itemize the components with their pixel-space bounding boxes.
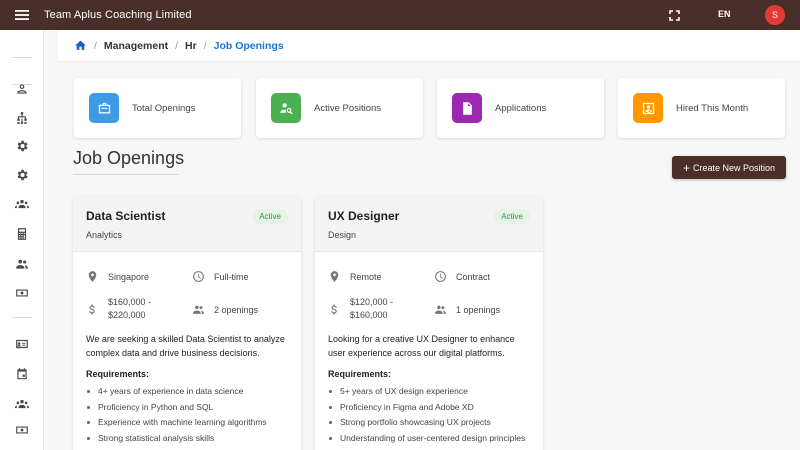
stat-label: Applications	[495, 102, 547, 114]
breadcrumb-job-openings: Job Openings	[213, 39, 284, 52]
sidebar-item-calculator-icon[interactable]	[14, 226, 30, 242]
fullscreen-icon[interactable]	[667, 8, 681, 22]
location-text: Remote	[350, 271, 382, 282]
job-openings: 2 openings	[192, 303, 258, 316]
job-card-ux-designer[interactable]: UX Designer Design Active Remote Contrac…	[315, 196, 543, 450]
people-icon	[435, 305, 446, 314]
sidebar-item-id-card-icon[interactable]	[14, 336, 30, 352]
salary-text: $160,000 - $220,000	[108, 297, 152, 320]
stat-card-active-positions[interactable]: Active Positions	[256, 78, 423, 138]
type-text: Contract	[456, 271, 491, 282]
sidebar-item-org-chart-icon[interactable]	[14, 110, 30, 126]
page-title: Job Openings	[73, 148, 185, 168]
requirements-list: 4+ years of experience in data science P…	[86, 386, 267, 448]
job-description: We are seeking a skilled Data Scientist …	[86, 334, 285, 358]
title-underline	[73, 174, 179, 175]
stat-label: Total Openings	[132, 102, 196, 114]
sidebar-divider	[12, 57, 32, 58]
stat-label: Hired This Month	[676, 102, 749, 114]
person-check-icon	[633, 93, 663, 123]
type-text: Full-time	[214, 271, 249, 282]
list-item: Proficiency in Figma and Adobe XD	[328, 402, 525, 418]
clock-icon	[193, 271, 204, 282]
sidebar-item-gear-icon[interactable]	[14, 138, 30, 154]
requirements-list: 5+ years of UX design experience Profici…	[328, 386, 525, 448]
openings-text: 2 openings	[214, 304, 259, 315]
plus-icon: +	[682, 160, 690, 175]
sidebar-divider	[12, 317, 32, 318]
sidebar-item-group-icon[interactable]	[14, 396, 30, 412]
salary-text: $120,000 - $160,000	[350, 297, 394, 320]
breadcrumb: / Management / Hr / Job Openings	[58, 30, 800, 62]
list-item: 5+ years of UX design experience	[328, 386, 525, 402]
sidebar-item-settings-icon[interactable]	[14, 167, 30, 183]
sidebar-item-cash-icon[interactable]	[14, 285, 30, 301]
sidebar-item-cash-icon[interactable]	[14, 422, 30, 438]
person-search-icon	[271, 93, 301, 123]
breadcrumb-management[interactable]: Management	[104, 40, 168, 52]
job-location: Singapore	[86, 270, 149, 283]
sidebar-item-person-icon[interactable]	[14, 81, 30, 97]
breadcrumb-hr[interactable]: Hr	[185, 40, 197, 52]
status-badge: Active	[252, 209, 288, 224]
language-selector[interactable]: EN	[718, 9, 731, 19]
stat-card-applications[interactable]: Applications	[437, 78, 604, 138]
top-app-bar: Team Aplus Coaching Limited EN S	[0, 0, 800, 30]
list-item: Strong statistical analysis skills	[86, 433, 267, 449]
job-card-header: UX Designer Design Active	[315, 196, 543, 252]
job-department: Analytics	[86, 230, 123, 240]
job-type: Contract	[434, 270, 490, 283]
job-location: Remote	[328, 270, 382, 283]
people-icon	[193, 305, 204, 314]
list-item: Proficiency in Python and SQL	[86, 402, 267, 418]
breadcrumb-separator: /	[94, 39, 97, 52]
job-openings: 1 openings	[434, 303, 500, 316]
list-item: 4+ years of experience in data science	[86, 386, 267, 402]
stat-label: Active Positions	[314, 102, 382, 114]
create-new-position-button[interactable]: + Create New Position	[672, 156, 786, 179]
create-button-label: Create New Position	[692, 162, 776, 173]
list-item: Strong portfolio showcasing UX projects	[328, 417, 525, 433]
sidebar-item-group-icon[interactable]	[14, 256, 30, 272]
stat-card-hired-this-month[interactable]: Hired This Month	[618, 78, 785, 138]
list-item: Understanding of user-centered design pr…	[328, 433, 525, 449]
hamburger-menu-icon[interactable]	[0, 0, 44, 30]
breadcrumb-separator: /	[203, 39, 207, 52]
sidebar-item-calendar-icon[interactable]	[14, 366, 30, 382]
clock-icon	[435, 271, 446, 282]
dollar-icon	[331, 304, 337, 314]
requirements-heading: Requirements:	[328, 369, 392, 379]
dollar-icon	[89, 304, 95, 314]
home-icon[interactable]	[74, 39, 87, 52]
status-badge: Active	[494, 209, 530, 224]
app-title: Team Aplus Coaching Limited	[44, 9, 192, 21]
list-item: Experience with machine learning algorit…	[86, 417, 267, 433]
job-type: Full-time	[192, 270, 249, 283]
requirements-heading: Requirements:	[86, 369, 150, 379]
job-department: Design	[328, 230, 357, 240]
stat-card-total-openings[interactable]: Total Openings	[74, 78, 241, 138]
job-salary: $120,000 - $160,000	[328, 296, 393, 322]
briefcase-icon	[89, 93, 119, 123]
job-salary: $160,000 - $220,000	[86, 296, 151, 322]
location-pin-icon	[330, 271, 339, 282]
sidebar	[0, 30, 44, 450]
user-avatar[interactable]: S	[765, 5, 785, 25]
location-pin-icon	[88, 271, 97, 282]
job-card-data-scientist[interactable]: Data Scientist Analytics Active Singapor…	[73, 196, 301, 450]
document-icon	[452, 93, 482, 123]
location-text: Singapore	[108, 271, 150, 282]
job-description: Looking for a creative UX Designer to en…	[328, 334, 515, 358]
sidebar-item-team-icon[interactable]	[14, 196, 30, 212]
openings-text: 1 openings	[456, 304, 501, 315]
breadcrumb-separator: /	[175, 39, 179, 52]
job-card-header: Data Scientist Analytics Active	[73, 196, 301, 252]
